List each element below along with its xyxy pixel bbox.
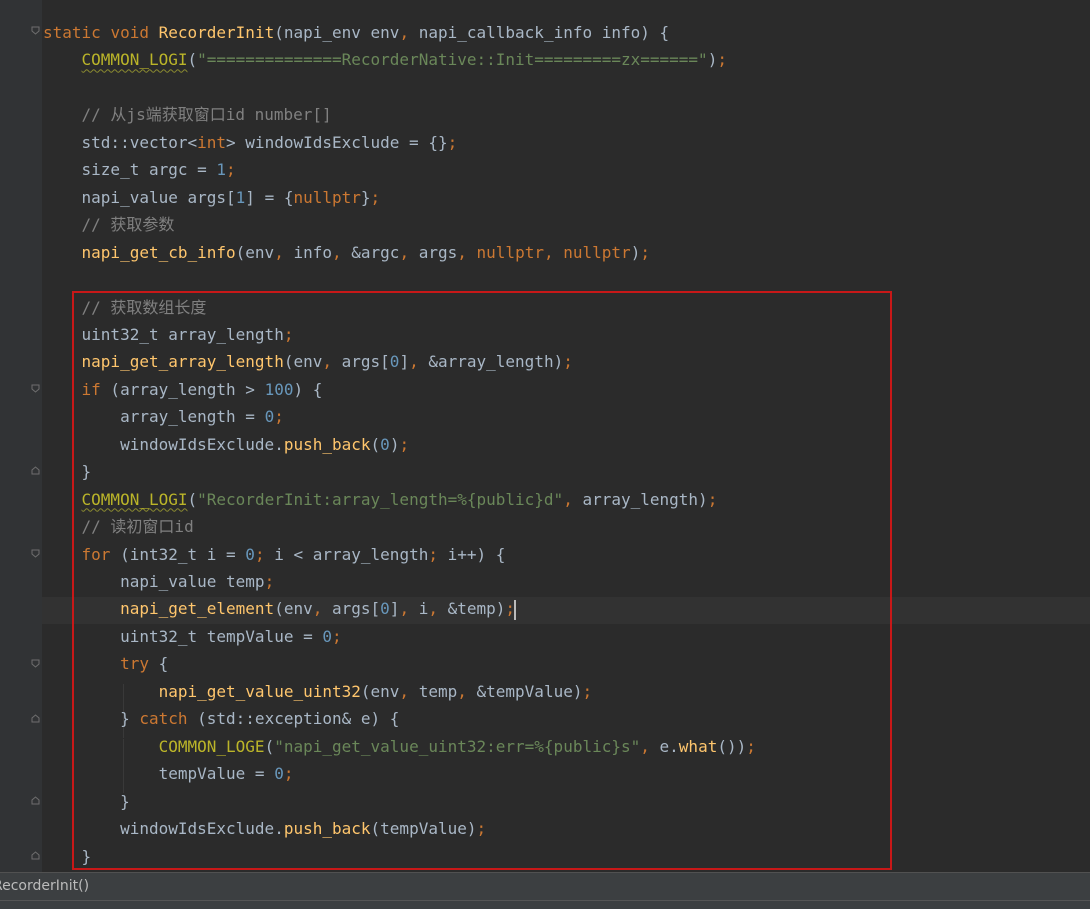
code-line[interactable]: COMMON_LOGI("RecorderInit:array_length=%… [43, 486, 718, 513]
code-line[interactable]: COMMON_LOGI("==============RecorderNativ… [43, 46, 727, 73]
code-line[interactable]: windowIdsExclude.push_back(tempValue); [43, 815, 486, 842]
code-line[interactable]: napi_value args[1] = {nullptr}; [43, 184, 381, 211]
breadcrumb[interactable]: RecorderInit() [0, 873, 89, 900]
code-line[interactable]: static void RecorderInit(napi_env env, n… [43, 19, 669, 46]
code-line[interactable]: if (array_length > 100) { [43, 376, 323, 403]
code-line[interactable]: size_t argc = 1; [43, 156, 236, 183]
code-line[interactable]: for (int32_t i = 0; i < array_length; i+… [43, 541, 506, 568]
editor-gutter[interactable] [0, 0, 43, 872]
unfold-icon[interactable] [31, 851, 40, 860]
code-editor[interactable]: static void RecorderInit(napi_env env, n… [0, 0, 1090, 872]
fold-icon[interactable] [31, 659, 40, 668]
code-line[interactable]: COMMON_LOGE("napi_get_value_uint32:err=%… [43, 733, 756, 760]
code-line[interactable]: } [43, 788, 130, 815]
code-line[interactable]: } [43, 458, 92, 485]
unfold-icon[interactable] [31, 714, 40, 723]
code-line[interactable]: napi_get_array_length(env, args[0], &arr… [43, 348, 573, 375]
fold-icon[interactable] [31, 26, 40, 35]
code-line[interactable]: napi_get_element(env, args[0], i, &temp)… [43, 595, 517, 622]
status-bar: RecorderInit() [0, 872, 1090, 901]
code-line[interactable]: uint32_t array_length; [43, 321, 294, 348]
code-line[interactable]: napi_get_cb_info(env, info, &argc, args,… [43, 239, 650, 266]
code-line[interactable]: try { [43, 650, 168, 677]
code-line[interactable]: napi_value temp; [43, 568, 274, 595]
code-line[interactable]: napi_get_value_uint32(env, temp, &tempVa… [43, 678, 593, 705]
code-line[interactable]: array_length = 0; [43, 403, 284, 430]
code-line[interactable]: // 获取参数 [43, 211, 175, 238]
code-line[interactable]: uint32_t tempValue = 0; [43, 623, 342, 650]
unfold-icon[interactable] [31, 796, 40, 805]
code-line[interactable]: std::vector<int> windowIdsExclude = {}; [43, 129, 458, 156]
code-line[interactable]: } [43, 843, 92, 870]
code-line[interactable]: // 从js端获取窗口id number[] [43, 101, 332, 128]
code-line[interactable]: // 获取数组长度 [43, 294, 207, 321]
code-line[interactable]: windowIdsExclude.push_back(0); [43, 431, 409, 458]
code-line[interactable]: tempValue = 0; [43, 760, 294, 787]
fold-icon[interactable] [31, 549, 40, 558]
fold-icon[interactable] [31, 384, 40, 393]
text-caret [514, 599, 517, 620]
unfold-icon[interactable] [31, 466, 40, 475]
code-line[interactable]: // 读初窗口id [43, 513, 194, 540]
code-line[interactable]: } catch (std::exception& e) { [43, 705, 399, 732]
